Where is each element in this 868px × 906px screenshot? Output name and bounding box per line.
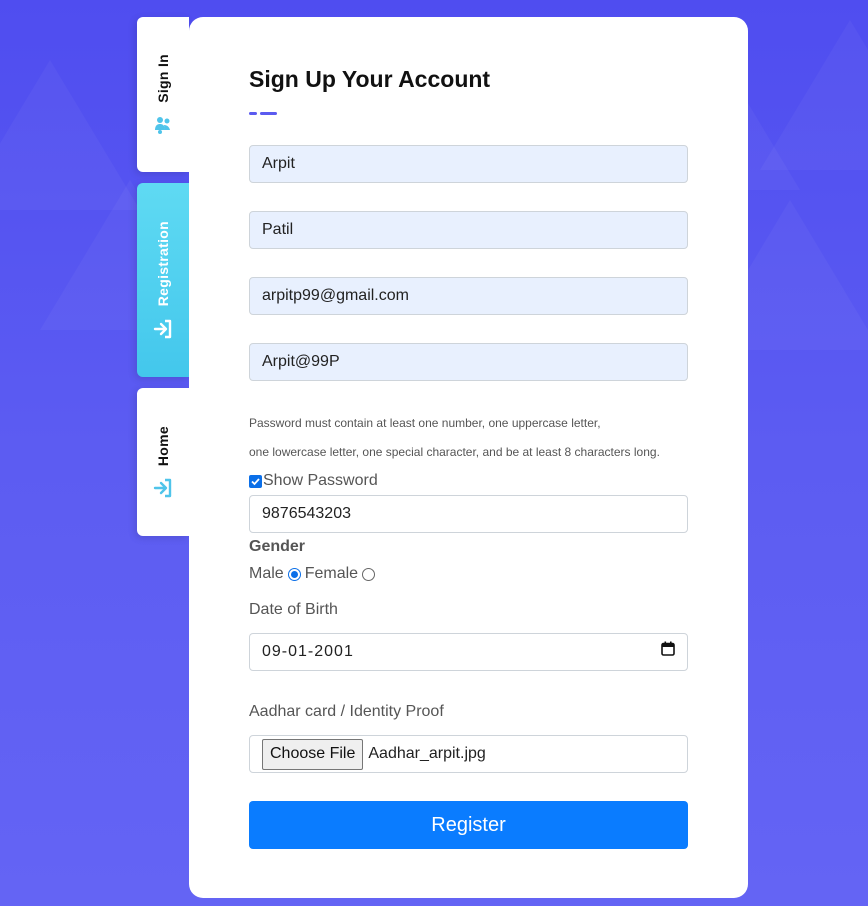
tab-sign-in-label: Sign In (155, 54, 171, 103)
title-underline (249, 112, 277, 115)
first-name-field[interactable]: Arpit (249, 145, 688, 183)
sign-in-icon (153, 319, 173, 339)
dob-field[interactable]: 09-01-2001 (249, 633, 688, 671)
users-icon (153, 115, 173, 135)
show-password-row: Show Password (249, 472, 378, 490)
choose-file-button[interactable]: Choose File (262, 738, 364, 770)
file-name: Aadhar_arpit.jpg (368, 745, 486, 762)
gender-male-label: Male (249, 565, 284, 582)
id-proof-label: Aadhar card / Identity Proof (249, 703, 444, 720)
password-hint-line-2: one lowercase letter, one special charac… (249, 445, 660, 459)
last-name-field[interactable]: Patil (249, 211, 688, 249)
gender-label: Gender (249, 538, 306, 555)
gender-female-label: Female (304, 565, 359, 582)
id-proof-file-input[interactable]: Choose File Aadhar_arpit.jpg (249, 735, 688, 773)
password-hint-line-1: Password must contain at least one numbe… (249, 416, 601, 430)
tab-registration-label: Registration (155, 221, 171, 307)
gender-male-radio[interactable] (287, 567, 301, 581)
tab-sign-in[interactable]: Sign In (137, 17, 189, 172)
dob-label: Date of Birth (249, 601, 338, 618)
tab-home[interactable]: Home (137, 388, 189, 536)
dob-value: 09-01-2001 (262, 643, 354, 660)
password-field[interactable]: Arpit@99P (249, 343, 688, 381)
calendar-icon[interactable] (661, 634, 675, 670)
page-title: Sign Up Your Account (249, 66, 491, 92)
tab-home-label: Home (155, 425, 171, 467)
sign-in-icon (153, 478, 173, 498)
email-field[interactable]: arpitp99@gmail.com (249, 277, 688, 315)
register-button[interactable]: Register (249, 801, 688, 849)
gender-female-radio[interactable] (362, 567, 376, 581)
show-password-label: Show Password (263, 472, 378, 489)
tab-registration[interactable]: Registration (137, 183, 189, 377)
show-password-checkbox[interactable] (249, 474, 262, 488)
phone-field[interactable]: 9876543203 (249, 495, 688, 533)
signup-card: Sign Up Your Account Arpit Patil arpitp9… (189, 17, 748, 898)
gender-options: Male Female (249, 565, 379, 583)
